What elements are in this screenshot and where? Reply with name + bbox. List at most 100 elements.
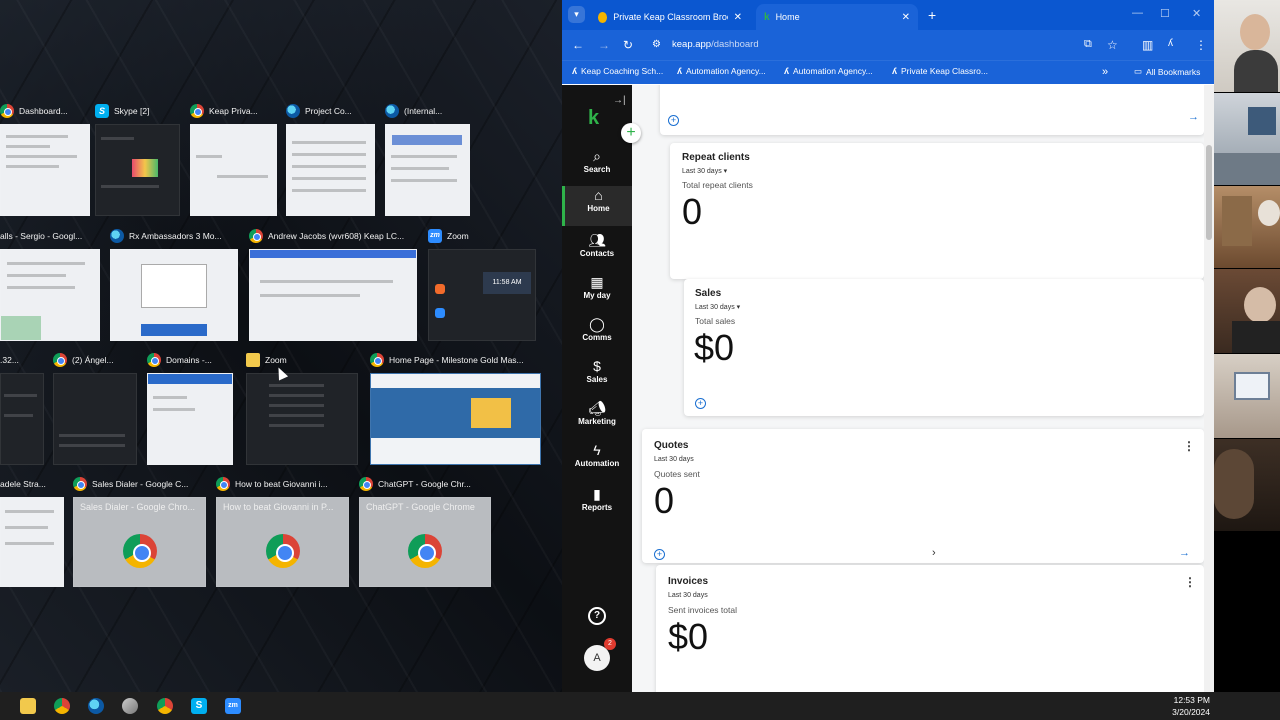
scrollbar-thumb[interactable]: [1206, 145, 1212, 240]
period-label: Last 30 days: [668, 592, 708, 599]
chrome-icon: [249, 229, 263, 243]
site-info-icon[interactable]: ⚙: [652, 35, 661, 55]
period-label: Last 30 days: [654, 456, 694, 463]
card-subtitle: Quotes sent: [654, 469, 700, 479]
card-value: $0: [668, 616, 709, 657]
add-widget-icon[interactable]: +: [668, 115, 679, 126]
period-dropdown[interactable]: Last 30 days ▾: [682, 167, 727, 175]
period-dropdown[interactable]: Last 30 days ▾: [695, 303, 740, 311]
tab-search-button[interactable]: ▾: [568, 6, 585, 23]
chrome-icon[interactable]: [157, 698, 173, 714]
card-title: Repeat clients: [682, 152, 750, 163]
nav-reports[interactable]: ▮ Reports: [562, 485, 632, 525]
minimize-icon[interactable]: —: [1132, 7, 1143, 19]
more-bookmarks-button[interactable]: »: [1102, 66, 1108, 78]
card-title: Quotes: [654, 440, 689, 451]
sales-icon: $: [593, 358, 601, 374]
bookmark-star-icon[interactable]: ☆: [1107, 38, 1118, 52]
nav-comms[interactable]: ◯ Comms: [562, 315, 632, 355]
new-tab-button[interactable]: +: [928, 7, 936, 23]
quotes-card: Quotes Last 30 days Quotes sent 0 ⋮ + › …: [642, 429, 1204, 563]
participant-video: [1214, 93, 1280, 185]
bookmarks-bar: ʎ Keap Coaching Sch... ʎ Automation Agency…: [562, 60, 1214, 84]
nav-contacts[interactable]: 👥︎ Contacts: [562, 231, 632, 271]
window-preview: [0, 124, 90, 216]
chrome-icon: [265, 533, 300, 568]
edge-icon[interactable]: [88, 698, 104, 714]
zoom-icon[interactable]: zm: [225, 698, 241, 714]
more-options-icon[interactable]: ⋮: [1184, 575, 1196, 589]
card-subtitle: Total repeat clients: [682, 180, 753, 190]
menu-icon[interactable]: ⋮: [1195, 38, 1207, 52]
sales-card: Sales Last 30 days ▾ Total sales $0 +: [684, 279, 1204, 416]
window-preview: [53, 373, 137, 465]
widget-card-top: + →: [660, 85, 1204, 135]
bookmark-item[interactable]: ʎ Private Keap Classro...: [892, 66, 988, 76]
keap-favicon: k: [764, 11, 770, 23]
close-tab-icon[interactable]: ✕: [734, 12, 742, 23]
lightning-icon: ϟ: [593, 442, 601, 458]
close-window-icon[interactable]: ✕: [1192, 7, 1201, 20]
chrome-icon: [122, 533, 157, 568]
card-title: Invoices: [668, 576, 709, 587]
edge-icon: [286, 104, 300, 118]
add-widget-icon[interactable]: +: [654, 549, 665, 560]
tab-private-keap[interactable]: Private Keap Classroom Brochu... ✕: [590, 4, 750, 30]
back-icon[interactable]: ←: [572, 38, 584, 52]
window-preview: How to beat Giovanni in P...: [216, 497, 349, 587]
side-panel-icon[interactable]: ▥: [1142, 38, 1153, 52]
maximize-icon[interactable]: ☐: [1160, 7, 1170, 20]
edge-icon: [110, 229, 124, 243]
window-preview: [0, 249, 100, 341]
cast-icon[interactable]: ⧉: [1084, 38, 1092, 51]
forward-icon[interactable]: →: [598, 38, 610, 52]
close-tab-icon[interactable]: ✕: [902, 12, 910, 23]
profile-icon[interactable]: ʎ: [1168, 38, 1173, 49]
folder-icon: ▭: [1134, 66, 1143, 76]
collapse-sidebar-icon[interactable]: →|: [613, 95, 626, 106]
address-bar[interactable]: ⚙ keap.app/dashboard: [646, 35, 1106, 55]
bar-chart-icon: ▮: [593, 486, 601, 502]
keap-logo[interactable]: k: [588, 107, 599, 130]
nav-sales[interactable]: $ Sales: [562, 357, 632, 397]
windows-taskbar: S zm 12:53 PM 3/20/2024: [0, 692, 1280, 720]
clock-time: 12:53 PM: [1173, 695, 1210, 705]
add-widget-icon[interactable]: +: [695, 398, 706, 409]
arrow-right-icon[interactable]: →: [1179, 547, 1190, 559]
chat-icon: ◯: [589, 316, 605, 332]
window-preview: [370, 373, 541, 465]
chevron-right-icon[interactable]: ›: [932, 547, 936, 559]
nav-automation[interactable]: ϟ Automation: [562, 441, 632, 481]
megaphone-icon: 📣︎: [588, 400, 606, 416]
keap-bookmark-icon: ʎ: [784, 66, 790, 76]
all-bookmarks-button[interactable]: ▭ All Bookmarks: [1134, 66, 1200, 77]
chrome-icon: [73, 477, 87, 491]
file-explorer-icon[interactable]: [20, 698, 36, 714]
chrome-icon: [147, 353, 161, 367]
reload-icon[interactable]: ↻: [623, 38, 633, 52]
nav-my-day[interactable]: ▦ My day: [562, 273, 632, 313]
window-preview: ChatGPT - Google Chrome: [359, 497, 491, 587]
bookmark-item[interactable]: ʎ Keap Coaching Sch...: [572, 66, 663, 76]
help-icon[interactable]: ?: [588, 607, 606, 625]
chrome-icon[interactable]: [54, 698, 70, 714]
page-favicon: [598, 11, 608, 23]
nav-marketing[interactable]: 📣︎ Marketing: [562, 399, 632, 439]
bookmark-item[interactable]: ʎ Automation Agency...: [784, 66, 873, 76]
nav-search[interactable]: ⌕ Search: [562, 147, 632, 187]
keap-bookmark-icon: ʎ: [677, 66, 683, 76]
page-scrollbar[interactable]: [1204, 85, 1214, 692]
system-clock[interactable]: 12:53 PM 3/20/2024: [1172, 694, 1210, 718]
repeat-clients-card: Repeat clients Last 30 days ▾ Total repe…: [670, 143, 1204, 279]
browser-window: ▾ Private Keap Classroom Brochu... ✕ k H…: [562, 0, 1214, 692]
bookmark-item[interactable]: ʎ Automation Agency...: [677, 66, 766, 76]
window-preview: [246, 373, 358, 465]
quick-add-button[interactable]: +: [621, 123, 641, 143]
invoices-card: Invoices Last 30 days Sent invoices tota…: [656, 565, 1204, 692]
more-options-icon[interactable]: ⋮: [1183, 439, 1195, 453]
skype-icon[interactable]: S: [191, 698, 207, 714]
nav-home[interactable]: ⌂ Home: [562, 186, 632, 226]
app-icon[interactable]: [122, 698, 138, 714]
tab-home[interactable]: k Home ✕: [756, 4, 918, 30]
arrow-right-icon[interactable]: →: [1188, 111, 1199, 123]
